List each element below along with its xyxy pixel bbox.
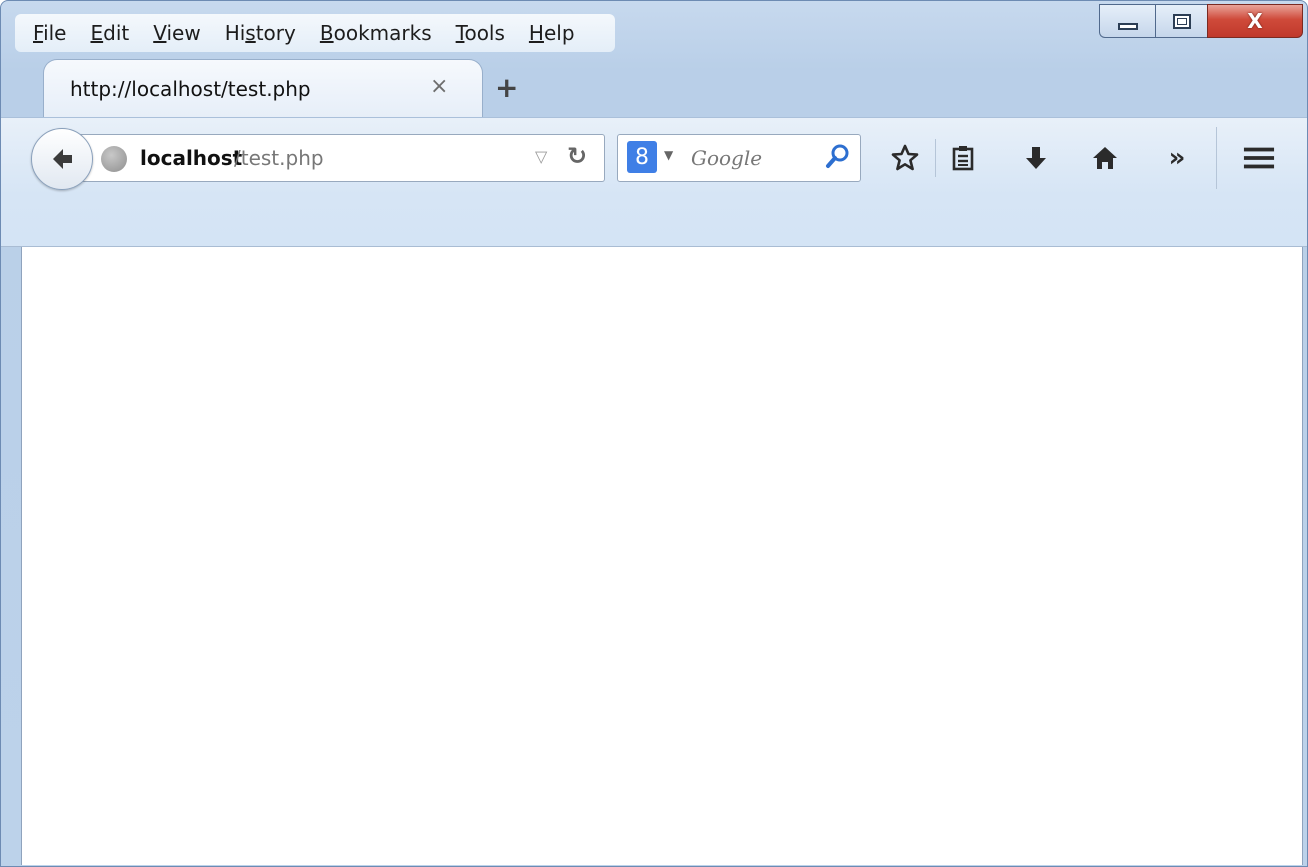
hamburger-menu-icon[interactable] [1243,141,1275,175]
toolbar-separator [1216,127,1217,189]
bookmark-star-icon[interactable] [889,141,921,175]
back-button[interactable] [31,128,93,190]
minimize-button[interactable] [1099,4,1155,38]
menu-help[interactable]: Help [517,21,587,45]
home-icon[interactable] [1089,141,1121,175]
search-icon[interactable] [823,142,853,172]
page-content[interactable] [21,247,1303,865]
browser-window: File Edit View History Bookmarks Tools H… [0,0,1308,867]
reading-list-icon[interactable] [947,141,979,175]
download-icon[interactable] [1020,141,1052,175]
menu-history[interactable]: History [213,21,308,45]
reload-icon[interactable]: ↻ [567,142,587,170]
globe-icon [101,146,127,172]
search-input[interactable]: Google [691,146,762,170]
overflow-chevron-icon[interactable]: » [1161,141,1193,175]
window-controls: X [1099,4,1303,38]
minimize-icon [1117,22,1138,30]
tab-title: http://localhost/test.php [70,77,311,101]
maximize-button[interactable] [1155,4,1207,38]
url-host: localhost [140,146,243,170]
google-icon[interactable]: 8 [627,141,657,173]
tab-active[interactable]: http://localhost/test.php × [43,59,483,119]
dropdown-triangle-icon[interactable]: ▽ [535,147,547,166]
menu-tools[interactable]: Tools [444,21,517,45]
toolbar-separator [935,139,936,177]
menu-bar: File Edit View History Bookmarks Tools H… [15,14,615,52]
new-tab-button[interactable]: + [495,71,518,104]
close-icon: X [1247,9,1263,33]
menu-edit[interactable]: Edit [78,21,141,45]
back-arrow-icon [53,149,72,169]
search-engine-dropdown-icon[interactable]: ▼ [664,148,673,162]
maximize-icon [1172,13,1191,29]
tab-close-icon[interactable]: × [430,74,448,99]
menu-view[interactable]: View [141,21,212,45]
menu-bookmarks[interactable]: Bookmarks [308,21,444,45]
url-path: /test.php [234,146,324,170]
menu-file[interactable]: File [21,21,78,45]
close-window-button[interactable]: X [1207,4,1303,38]
